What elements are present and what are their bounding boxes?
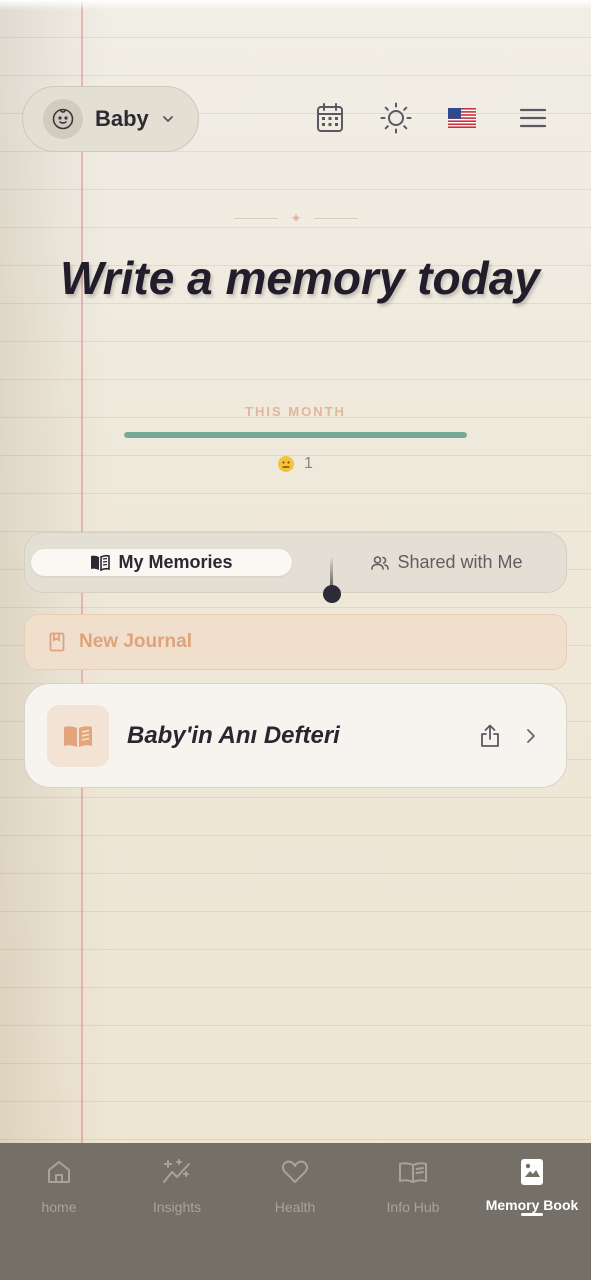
notebook-icon [49, 632, 65, 652]
tab-my-memories-label: My Memories [118, 552, 233, 572]
journal-title: Baby'in Anı Defteri [127, 722, 340, 749]
sun-icon[interactable] [376, 98, 416, 138]
chevron-down-icon [161, 112, 175, 126]
touch-indicator [323, 585, 341, 603]
share-icon[interactable] [477, 723, 503, 749]
nav-item-home[interactable]: home [0, 1157, 118, 1227]
nav-item-memory-book[interactable]: Memory Book [473, 1157, 591, 1227]
open-book-icon [398, 1157, 428, 1187]
sparkle-icon: ✦ [290, 210, 302, 226]
nav-label-info-hub: Info Hub [386, 1199, 440, 1215]
photo-bookmark-icon [517, 1157, 547, 1187]
journal-card[interactable]: Baby'in Anı Defteri [24, 683, 567, 788]
month-mood-count: 1 [0, 455, 591, 473]
bottom-navigation: home Insights Health Info Hub Memory Boo… [0, 1143, 591, 1280]
active-tab-indicator [521, 1213, 543, 1216]
people-icon [371, 555, 390, 570]
nav-item-health[interactable]: Health [236, 1157, 354, 1227]
new-journal-button[interactable]: New Journal [24, 614, 567, 670]
sparkles-chart-icon [162, 1157, 192, 1187]
child-name: Baby [95, 106, 149, 131]
page-title: Write a memory today [60, 252, 540, 304]
new-journal-label: New Journal [79, 631, 192, 652]
nav-label-home: home [41, 1199, 77, 1215]
nav-label-insights: Insights [152, 1199, 202, 1215]
home-icon [44, 1157, 74, 1187]
status-bar-area [0, 0, 591, 10]
baby-face-icon [43, 99, 83, 139]
menu-icon[interactable] [513, 98, 553, 138]
nav-label-memory-book: Memory Book [485, 1197, 579, 1213]
title-ornament: ✦ [232, 208, 360, 228]
tab-shared-with-me[interactable]: Shared with Me [352, 549, 542, 576]
calendar-icon[interactable] [310, 98, 350, 138]
nav-item-info-hub[interactable]: Info Hub [354, 1157, 472, 1227]
month-label: THIS MONTH [245, 404, 346, 419]
child-selector[interactable]: Baby [22, 86, 199, 152]
tab-shared-with-me-label: Shared with Me [397, 552, 523, 572]
us-flag-icon[interactable] [442, 98, 482, 138]
tab-my-memories[interactable]: My Memories [31, 549, 292, 576]
heart-icon [280, 1157, 310, 1187]
memories-tab-switcher: My Memories Shared with Me [24, 532, 567, 593]
month-progress-fill [124, 432, 467, 438]
open-book-icon [64, 726, 92, 747]
open-book-icon [91, 554, 111, 571]
journal-cover [47, 705, 109, 767]
nav-label-health: Health [274, 1199, 316, 1215]
month-count-value: 1 [304, 455, 313, 472]
chevron-right-icon[interactable] [521, 724, 541, 748]
month-progress-bar [124, 432, 467, 438]
neutral-face-icon [278, 456, 295, 472]
nav-item-insights[interactable]: Insights [118, 1157, 236, 1227]
